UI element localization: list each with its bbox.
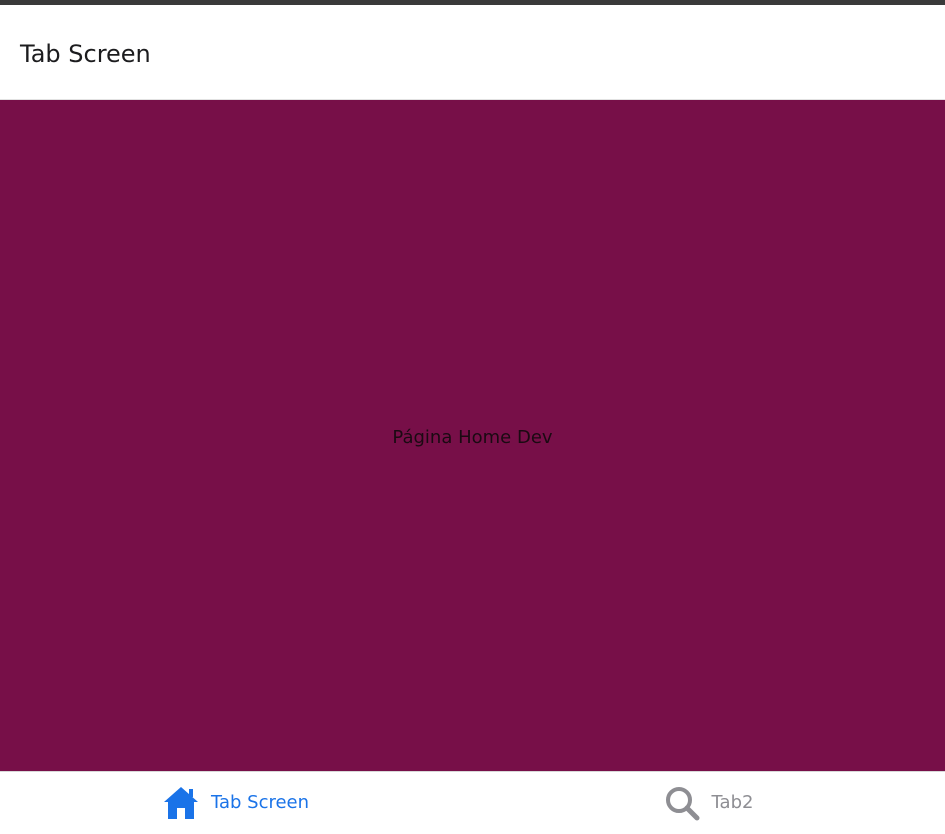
main-content: Página Home Dev [0, 100, 945, 771]
tab-label-tab-screen: Tab Screen [210, 792, 310, 813]
bottom-tab-bar: Tab Screen Tab2 [0, 771, 945, 834]
tab-label-tab2: Tab2 [711, 792, 754, 813]
header-bar: Tab Screen [0, 5, 945, 100]
page-title: Tab Screen [20, 40, 151, 68]
home-icon [163, 785, 199, 821]
search-icon [664, 785, 700, 821]
tab-tab2[interactable]: Tab2 [472, 772, 945, 834]
home-page-text: Página Home Dev [392, 427, 553, 448]
tab-tab-screen[interactable]: Tab Screen [0, 772, 472, 834]
